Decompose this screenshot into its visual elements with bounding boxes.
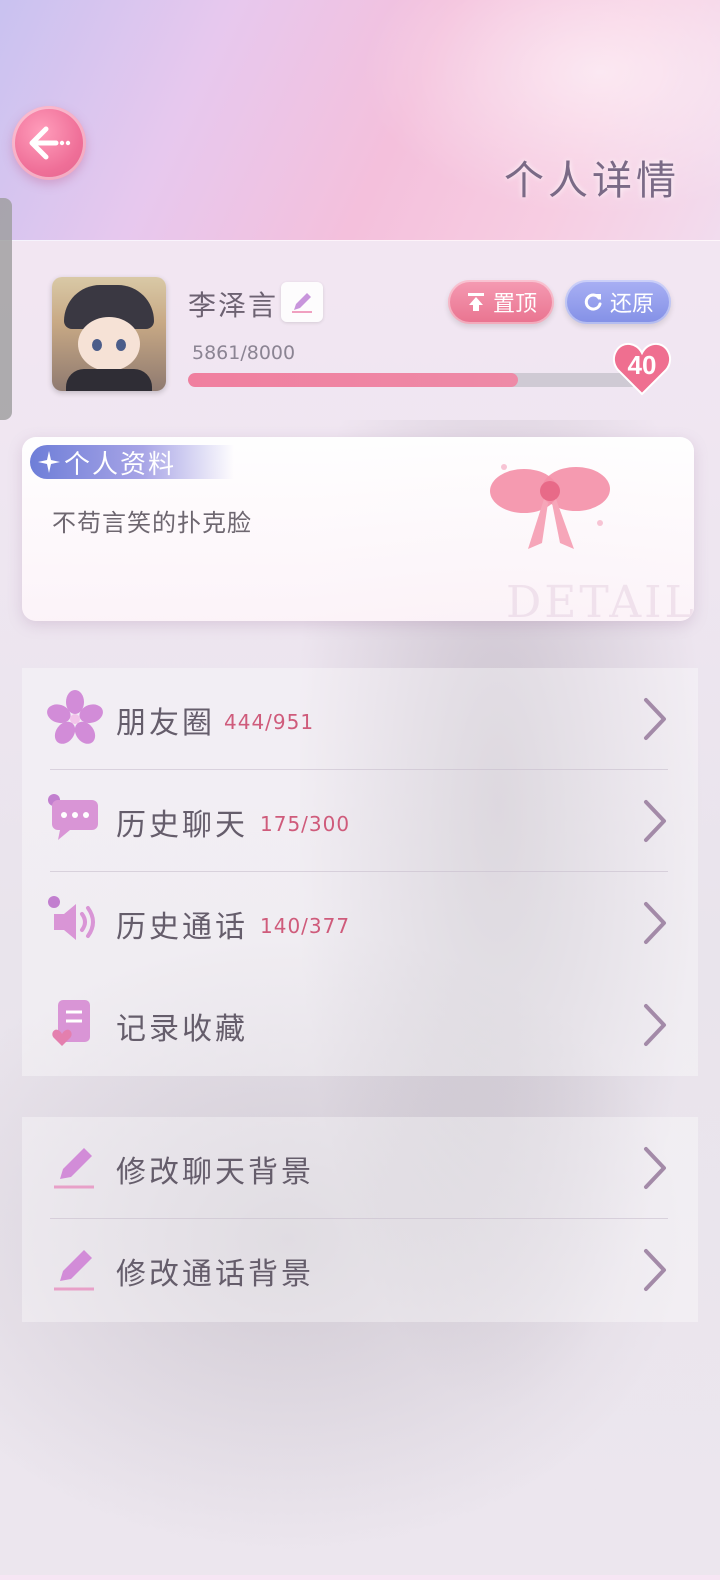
chevron-right-icon — [644, 800, 666, 842]
arrow-left-icon — [29, 126, 71, 160]
chevron-right-icon — [644, 698, 666, 740]
avatar[interactable] — [52, 277, 166, 391]
menu-label: 修改通话背景 — [116, 1257, 314, 1292]
menu-item-moments[interactable]: 朋友圈 444/951 — [22, 668, 698, 770]
affinity-progress-fill — [188, 373, 518, 387]
profile-bio-card: 个人资料 不苟言笑的扑克脸 DETAIL — [22, 437, 694, 621]
character-name: 李泽言 — [188, 289, 279, 322]
settings-menu: 修改聊天背景 修改通话背景 — [22, 1117, 698, 1322]
bio-tag: 个人资料 — [30, 445, 234, 480]
detail-watermark: DETAIL — [506, 577, 694, 621]
side-drawer-handle[interactable] — [0, 198, 12, 420]
menu-item-favorites[interactable]: 记录收藏 — [22, 974, 698, 1076]
menu-label: 记录收藏 — [116, 1012, 248, 1047]
pin-top-label: 置顶 — [492, 292, 537, 317]
bio-tag-label: 个人资料 — [64, 449, 177, 480]
ribbon-bow-icon — [490, 464, 610, 549]
chevron-right-icon — [644, 1004, 666, 1046]
sakura-icon — [47, 690, 103, 744]
chevron-right-icon — [644, 902, 666, 944]
pencil-icon — [54, 1250, 94, 1291]
menu-label: 历史聊天 — [116, 808, 248, 843]
affinity-progress-text: 5861/8000 — [192, 342, 296, 364]
menu-count: 175/300 — [260, 812, 351, 836]
menu-count: 444/951 — [224, 710, 315, 734]
speaker-icon — [48, 896, 95, 940]
chevron-right-icon — [644, 1249, 666, 1291]
restore-label: 还原 — [609, 292, 654, 317]
menu-label: 朋友圈 — [116, 706, 215, 741]
bookmark-heart-icon — [52, 1000, 90, 1046]
chevron-right-icon — [644, 1147, 666, 1189]
menu-item-call-background[interactable]: 修改通话背景 — [22, 1219, 698, 1321]
chat-bubble-icon — [48, 794, 98, 840]
record-menu: 朋友圈 444/951 历史聊天 175/300 历史通话 140/377 记录… — [22, 668, 698, 1076]
pin-top-button[interactable]: 置顶 — [448, 280, 554, 324]
back-button[interactable] — [12, 106, 86, 180]
menu-label: 历史通话 — [116, 910, 248, 945]
menu-label: 修改聊天背景 — [116, 1155, 314, 1190]
edit-name-button[interactable] — [281, 282, 323, 322]
level-number: 40 — [627, 350, 657, 380]
restore-button[interactable]: 还原 — [565, 280, 671, 324]
page-title: 个人详情 — [504, 158, 680, 204]
menu-count: 140/377 — [260, 914, 351, 938]
sparkle-icon — [38, 451, 60, 473]
bio-text: 不苟言笑的扑克脸 — [52, 509, 252, 537]
menu-item-chat-history[interactable]: 历史聊天 175/300 — [22, 770, 698, 872]
pin-top-icon — [467, 293, 484, 311]
menu-item-chat-background[interactable]: 修改聊天背景 — [22, 1117, 698, 1219]
refresh-icon — [584, 293, 602, 311]
pencil-icon — [54, 1148, 94, 1189]
pencil-icon — [292, 293, 312, 313]
affinity-progress-bar — [188, 373, 638, 387]
menu-item-call-history[interactable]: 历史通话 140/377 — [22, 872, 698, 974]
